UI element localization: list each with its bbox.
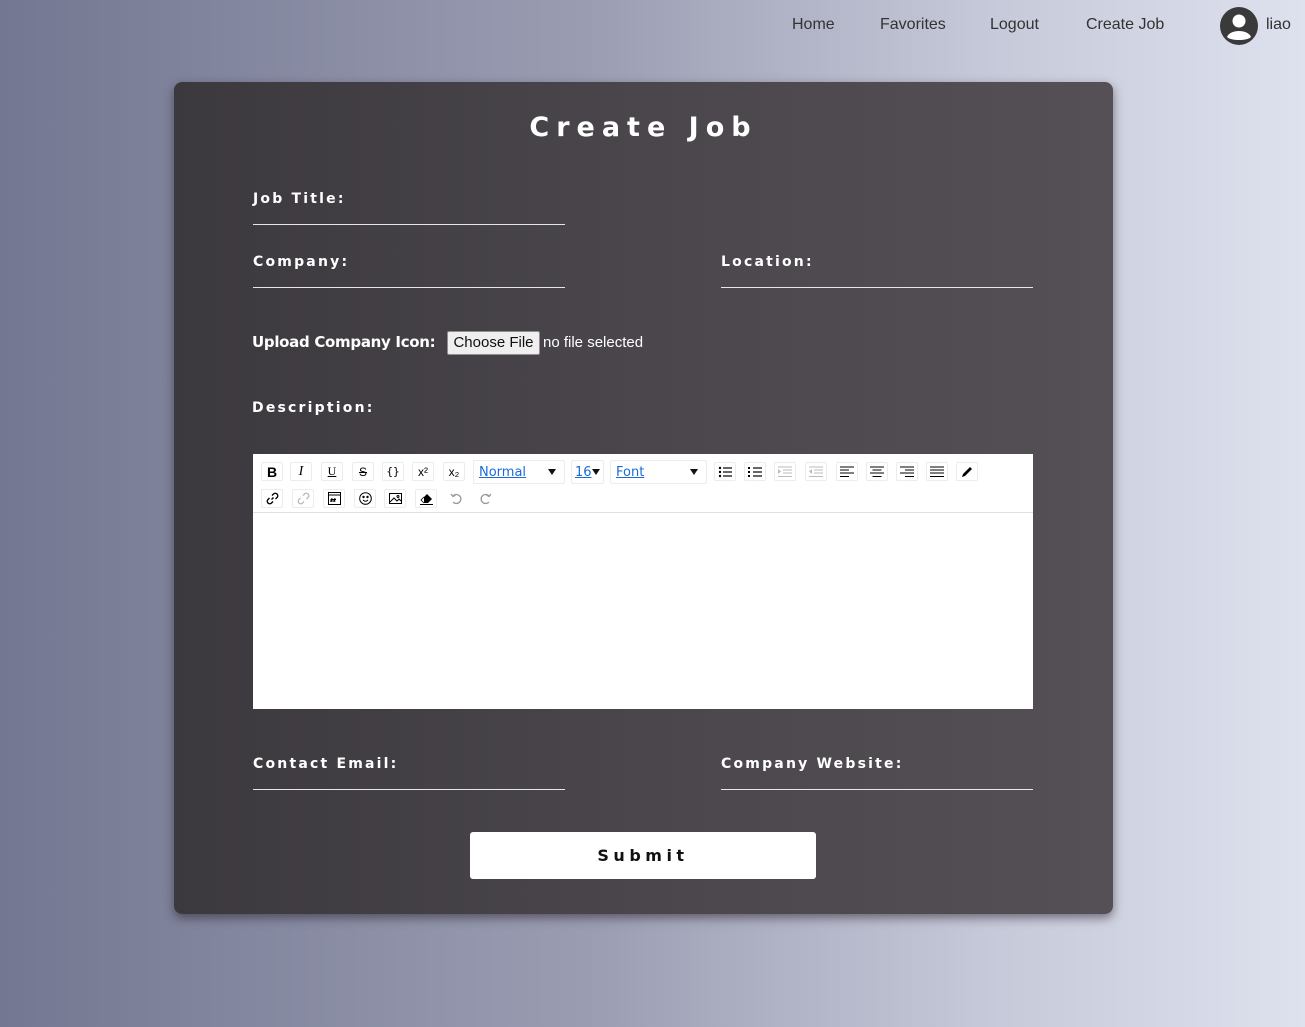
company-website-label: Company Website: [721, 756, 904, 772]
image-icon[interactable] [384, 489, 406, 508]
contact-email-label: Contact Email: [253, 756, 399, 772]
code-block-icon[interactable]: {} [382, 462, 404, 481]
editor-toolbar: B I U S {} x² x₂ Normal 16 Font [253, 454, 1033, 513]
emoji-icon[interactable] [354, 489, 376, 508]
company-website-field[interactable]: Company Website: [721, 746, 1033, 790]
strikethrough-icon[interactable]: S [352, 462, 374, 481]
user-avatar-icon[interactable] [1220, 7, 1258, 45]
underline-icon[interactable]: U [321, 462, 343, 481]
font-family-select[interactable]: Font [610, 460, 707, 484]
bold-icon[interactable]: B [261, 462, 283, 481]
link-icon[interactable] [261, 489, 283, 508]
font-size-select[interactable]: 16 [571, 460, 604, 484]
contact-email-field[interactable]: Contact Email: [253, 746, 565, 790]
unlink-icon[interactable] [292, 489, 314, 508]
submit-button[interactable]: Submit [470, 832, 816, 879]
text-color-icon[interactable] [956, 462, 978, 481]
job-title-label: Job Title: [253, 191, 346, 207]
block-type-value: Normal [479, 465, 527, 480]
job-title-field[interactable]: Job Title: [253, 181, 565, 225]
align-justify-icon[interactable] [926, 462, 948, 481]
top-nav: Home Favorites Logout Create Job liao [0, 0, 1305, 52]
create-job-card: Create Job Job Title: Company: Location:… [174, 82, 1113, 914]
nav-home[interactable]: Home [792, 16, 835, 34]
username[interactable]: liao [1266, 16, 1291, 34]
bullet-list-icon[interactable] [714, 462, 736, 481]
undo-icon[interactable] [445, 489, 467, 508]
superscript-icon[interactable]: x² [412, 462, 434, 481]
outdent-icon[interactable] [805, 462, 827, 481]
chevron-down-icon [592, 469, 600, 475]
eraser-icon[interactable] [415, 489, 437, 508]
italic-icon[interactable]: I [290, 462, 312, 481]
indent-icon[interactable] [774, 462, 796, 481]
description-label: Description: [252, 400, 375, 416]
chevron-down-icon [690, 469, 698, 475]
redo-icon[interactable] [474, 489, 496, 508]
chevron-down-icon [548, 469, 556, 475]
font-family-value: Font [616, 465, 645, 480]
nav-create-job[interactable]: Create Job [1086, 16, 1164, 34]
company-label: Company: [253, 254, 350, 270]
description-text-area[interactable] [253, 514, 1033, 709]
description-editor: B I U S {} x² x₂ Normal 16 Font [253, 454, 1033, 709]
company-field[interactable]: Company: [253, 244, 565, 288]
nav-favorites[interactable]: Favorites [880, 16, 946, 34]
subscript-icon[interactable]: x₂ [443, 462, 465, 481]
embed-icon[interactable] [323, 489, 345, 508]
location-label: Location: [721, 254, 814, 270]
font-size-value: 16 [575, 465, 592, 480]
align-left-icon[interactable] [836, 462, 858, 481]
ordered-list-icon[interactable] [744, 462, 766, 481]
location-field[interactable]: Location: [721, 244, 1033, 288]
block-type-select[interactable]: Normal [473, 460, 565, 484]
page-title: Create Job [529, 112, 758, 143]
upload-icon-label: Upload Company Icon: [252, 333, 436, 351]
align-center-icon[interactable] [866, 462, 888, 481]
nav-logout[interactable]: Logout [990, 16, 1039, 34]
align-right-icon[interactable] [896, 462, 918, 481]
choose-file-button[interactable]: Choose File [447, 331, 540, 355]
file-status-text: no file selected [543, 334, 644, 351]
